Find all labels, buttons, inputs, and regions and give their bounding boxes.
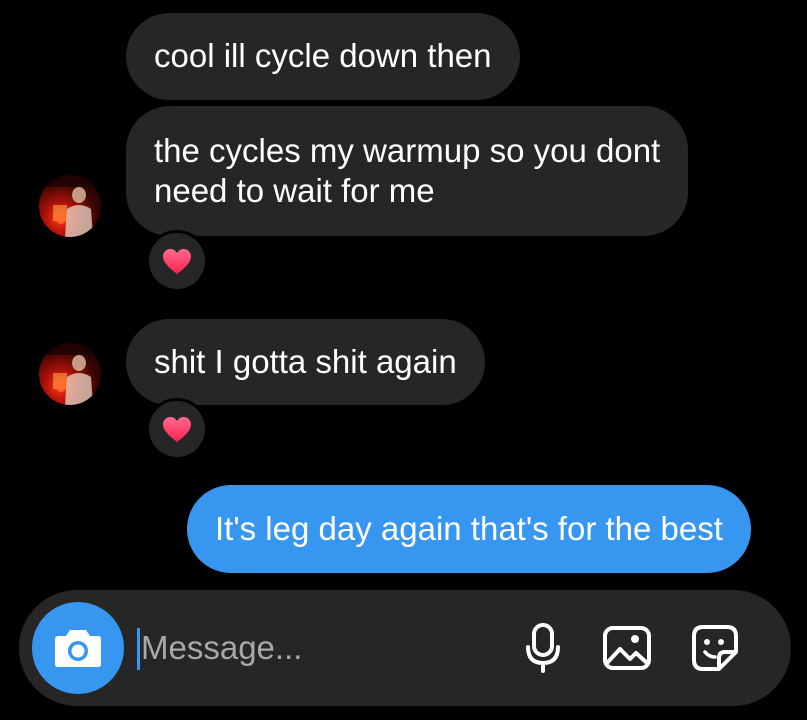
message-bubble-outgoing[interactable]: It's leg day again that's for the best: [187, 485, 751, 573]
camera-icon: [55, 630, 101, 667]
message-text-line: need to wait for me: [154, 172, 435, 209]
reaction-badge[interactable]: [146, 398, 208, 460]
chat-screen: cool ill cycle down then the cycles my w…: [0, 0, 807, 720]
voice-message-button[interactable]: [515, 620, 571, 676]
sticker-button[interactable]: [687, 620, 743, 676]
message-composer: [19, 590, 791, 706]
message-bubble-incoming[interactable]: the cycles my warmup so you dont need to…: [126, 106, 689, 236]
gallery-button[interactable]: [599, 620, 655, 676]
avatar[interactable]: [39, 175, 101, 237]
reaction-badge[interactable]: [146, 230, 208, 292]
message-text: cool ill cycle down then: [154, 37, 492, 74]
gallery-icon: [603, 626, 651, 670]
heart-icon: [163, 248, 191, 274]
text-cursor: [137, 628, 140, 670]
message-bubble-incoming[interactable]: cool ill cycle down then: [126, 13, 520, 100]
sticker-icon: [692, 625, 738, 671]
heart-icon: [163, 416, 191, 442]
message-input[interactable]: [141, 622, 481, 674]
message-text-line: the cycles my warmup so you dont: [154, 132, 661, 169]
avatar[interactable]: [39, 343, 101, 405]
camera-button[interactable]: [32, 602, 124, 694]
message-text: It's leg day again that's for the best: [215, 510, 723, 547]
microphone-icon: [526, 623, 560, 673]
message-text: shit I gotta shit again: [154, 343, 457, 380]
message-bubble-incoming[interactable]: shit I gotta shit again: [126, 319, 485, 405]
